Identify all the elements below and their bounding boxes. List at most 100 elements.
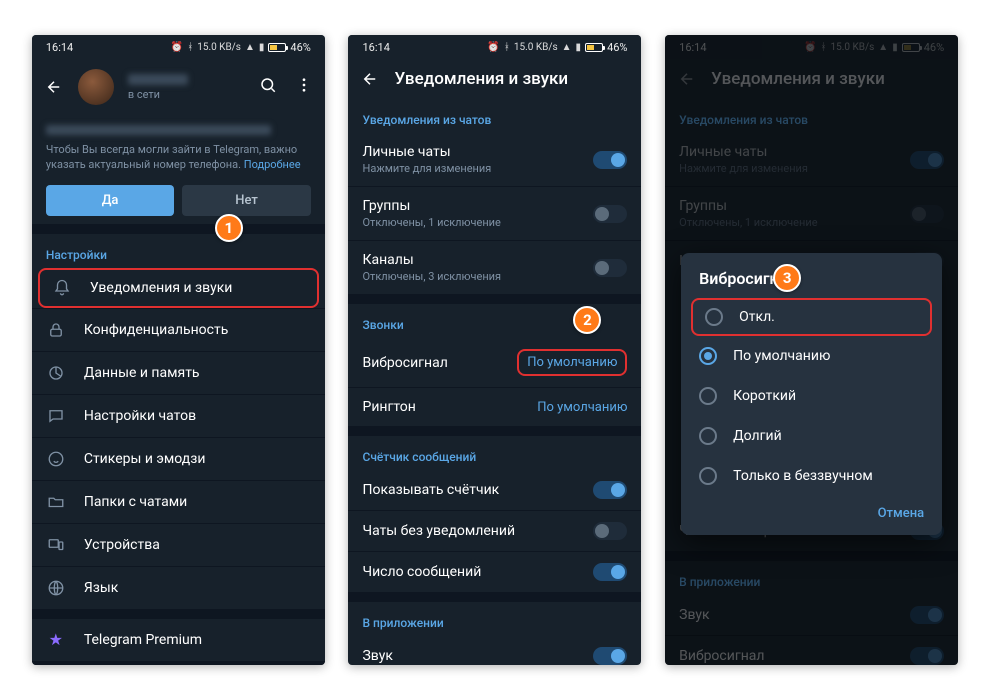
divider	[32, 224, 325, 234]
back-icon[interactable]	[44, 77, 64, 97]
row-vibration-value: По умолчанию	[517, 349, 627, 376]
settings-item-notifications[interactable]: Уведомления и звуки	[38, 268, 319, 308]
status-bar: 16:14 ⏰ ᚼ 15.0 KB/s ▲ ▮ 46%	[348, 35, 641, 59]
settings-item-language[interactable]: Язык	[32, 566, 325, 609]
radio-short[interactable]: Короткий	[681, 376, 942, 416]
screenshot-2: 16:14 ⏰ ᚼ 15.0 KB/s ▲ ▮ 46% Уведомления …	[348, 35, 641, 665]
badge-1: 1	[215, 214, 243, 242]
net-icon: 15.0 KB/s	[197, 42, 241, 53]
radio-long[interactable]: Долгий	[681, 416, 942, 456]
settings-label-data: Данные и память	[84, 365, 311, 381]
screenshot-1: 16:14 ⏰ ᚼ 15.0 KB/s ▲ ▮ 46% в сети	[32, 35, 325, 665]
signal-icon: ▮	[576, 42, 582, 53]
smile-icon	[46, 449, 66, 469]
toggle-channels[interactable]	[593, 259, 627, 277]
label-unread-chats: Чаты без уведомлений	[362, 523, 575, 539]
radio-long-label: Долгий	[733, 428, 782, 444]
divider	[32, 661, 325, 665]
radio-icon	[699, 427, 717, 445]
radio-default-label: По умолчанию	[733, 348, 830, 364]
dialog-cancel-button[interactable]: Отмена	[681, 496, 942, 527]
divider	[348, 592, 641, 602]
page-header: Уведомления и звуки	[348, 59, 641, 99]
row-channels[interactable]: Каналы Отключены, 3 исключения	[348, 240, 641, 294]
toggle-sound[interactable]	[593, 647, 627, 665]
row-ringtone[interactable]: Рингтон По умолчанию	[348, 387, 641, 426]
row-private-sub: Нажмите для изменения	[362, 162, 575, 175]
wifi-icon: ▲	[245, 42, 255, 53]
settings-item-devices[interactable]: Устройства	[32, 523, 325, 566]
toggle-unread-chats[interactable]	[593, 522, 627, 540]
bell-icon	[52, 278, 72, 298]
back-icon[interactable]	[360, 69, 380, 89]
vibration-dialog: Вибросигнал 3 Откл. По умолчанию Коротки…	[681, 253, 942, 535]
user-status: в сети	[128, 88, 245, 101]
divider	[348, 294, 641, 304]
toggle-private[interactable]	[593, 151, 627, 169]
row-sound[interactable]: Звук	[348, 636, 641, 665]
row-groups[interactable]: Группы Отключены, 1 исключение	[348, 186, 641, 240]
settings-label-chat: Настройки чатов	[84, 408, 311, 424]
dialog-title: Вибросигнал	[681, 269, 779, 298]
toggle-msg-count[interactable]	[593, 563, 627, 581]
section-chats: Уведомления из чатов	[348, 99, 641, 133]
divider	[348, 426, 641, 436]
row-msg-count[interactable]: Число сообщений	[348, 551, 641, 592]
bt-icon: ᚼ	[187, 42, 193, 53]
blurred-phone-line	[46, 125, 271, 135]
net-icon: 15.0 KB/s	[514, 42, 558, 53]
wifi-icon: ▲	[562, 42, 572, 53]
radio-short-label: Короткий	[733, 388, 796, 404]
row-channels-label: Каналы	[362, 252, 575, 268]
profile-header: в сети	[32, 59, 325, 115]
devices-icon	[46, 535, 66, 555]
radio-icon	[699, 467, 717, 485]
signal-icon: ▮	[259, 42, 265, 53]
row-ringtone-label: Рингтон	[362, 399, 519, 415]
globe-icon	[46, 578, 66, 598]
bt-icon: ᚼ	[504, 42, 510, 53]
radio-silent-only[interactable]: Только в беззвучном	[681, 456, 942, 496]
radio-icon	[705, 308, 723, 326]
row-unread-chats[interactable]: Чаты без уведомлений	[348, 510, 641, 551]
phone-banner: Чтобы Вы всегда могли зайти в Telegram, …	[32, 115, 325, 224]
banner-more-link[interactable]: Подробнее	[244, 158, 301, 171]
divider	[32, 609, 325, 619]
no-button[interactable]: Нет	[182, 185, 311, 216]
battery-icon	[268, 43, 286, 52]
screenshot-3: 16:14 ⏰ ᚼ 15.0 KB/s ▲ ▮ 46% Уведомления …	[665, 35, 958, 665]
settings-item-folders[interactable]: Папки с чатами	[32, 480, 325, 523]
row-vibration[interactable]: Вибросигнал По умолчанию	[348, 338, 641, 387]
toggle-show-counter[interactable]	[593, 481, 627, 499]
row-ringtone-value: По умолчанию	[537, 400, 627, 415]
username-blurred	[128, 74, 188, 85]
page-title: Уведомления и звуки	[394, 69, 568, 89]
search-icon[interactable]	[259, 76, 277, 99]
toggle-groups[interactable]	[593, 205, 627, 223]
avatar[interactable]	[78, 69, 114, 105]
settings-item-premium[interactable]: ★ Telegram Premium	[32, 619, 325, 661]
yes-button[interactable]: Да	[46, 185, 175, 216]
battery-pct: 46%	[290, 41, 310, 54]
status-time: 16:14	[46, 41, 73, 54]
star-icon: ★	[46, 630, 66, 650]
chat-icon	[46, 406, 66, 426]
row-private[interactable]: Личные чаты Нажмите для изменения	[348, 133, 641, 186]
radio-silent-label: Только в беззвучном	[733, 468, 873, 484]
settings-item-data[interactable]: Данные и память	[32, 351, 325, 394]
settings-label-premium: Telegram Premium	[84, 632, 311, 648]
more-icon[interactable]	[295, 76, 313, 99]
settings-item-stickers[interactable]: Стикеры и эмодзи	[32, 437, 325, 480]
settings-label-privacy: Конфиденциальность	[84, 322, 311, 338]
settings-item-privacy[interactable]: Конфиденциальность	[32, 308, 325, 351]
alarm-icon: ⏰	[171, 42, 183, 53]
label-sound: Звук	[362, 648, 575, 664]
folder-icon	[46, 492, 66, 512]
radio-off[interactable]: Откл.	[691, 298, 932, 336]
settings-label-folders: Папки с чатами	[84, 494, 311, 510]
row-show-counter[interactable]: Показывать счётчик	[348, 470, 641, 510]
radio-default[interactable]: По умолчанию	[681, 336, 942, 376]
settings-item-chat[interactable]: Настройки чатов	[32, 394, 325, 437]
settings-section-title: Настройки	[32, 234, 325, 268]
settings-label-notifications: Уведомления и звуки	[90, 280, 305, 296]
